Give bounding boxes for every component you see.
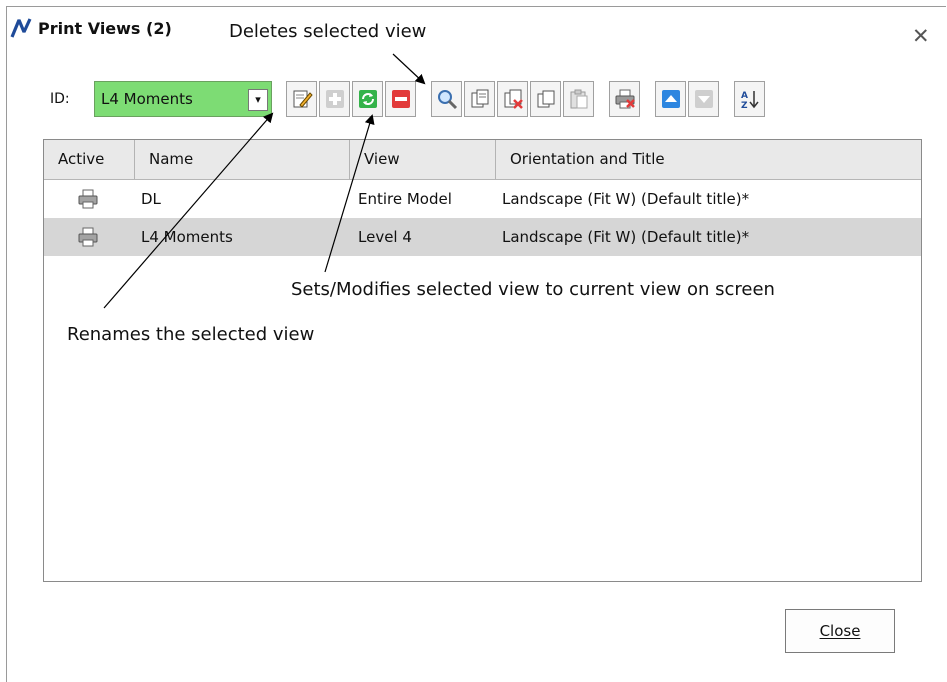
arrow-delete — [392, 53, 426, 85]
close-button-label: Close — [819, 622, 861, 640]
close-button[interactable]: Close — [785, 609, 895, 653]
arrow-set — [324, 114, 375, 273]
annotation-arrows — [103, 53, 426, 309]
arrow-rename — [103, 112, 274, 309]
